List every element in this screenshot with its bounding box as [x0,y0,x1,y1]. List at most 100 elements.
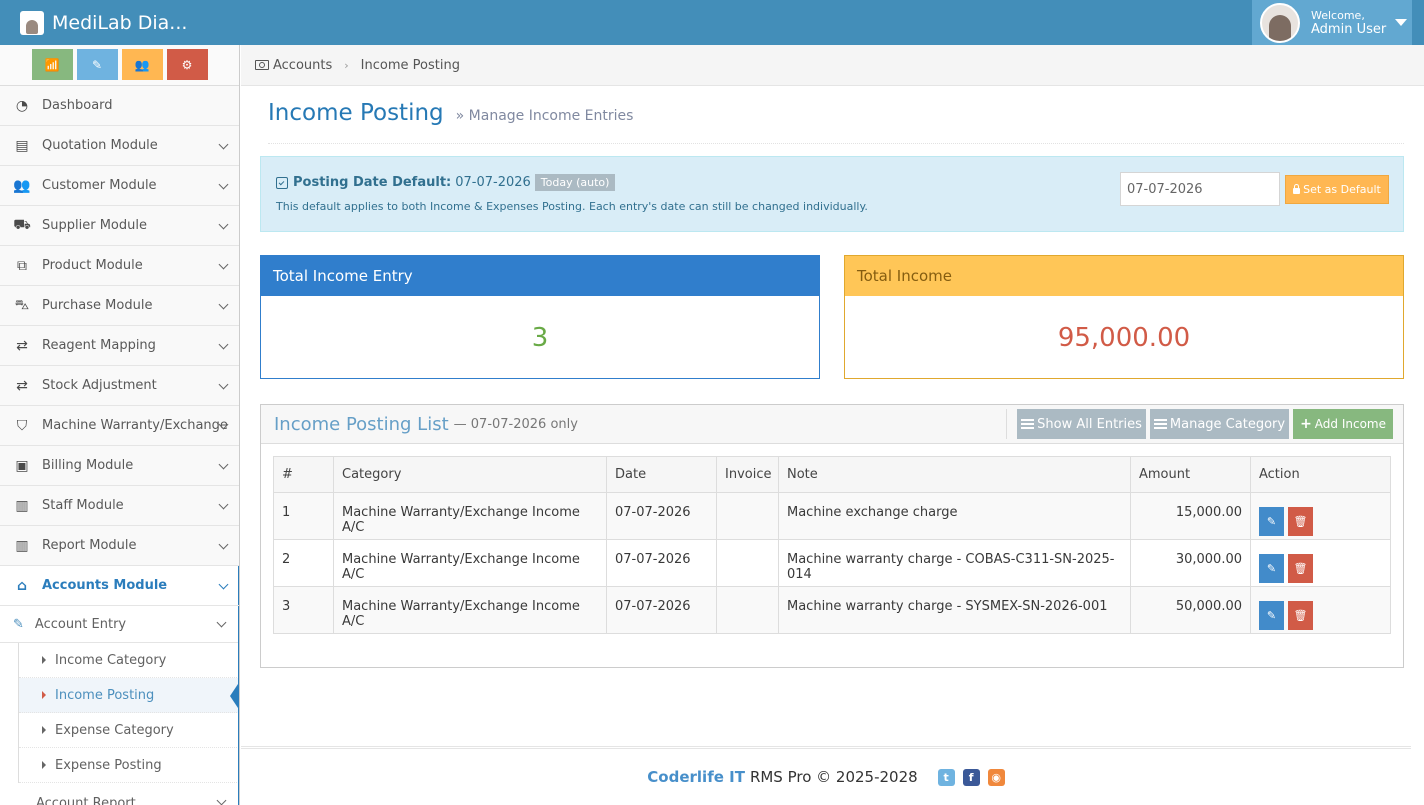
sidebar-item-income-category[interactable]: Income Category [19,643,239,678]
posting-date-label: Posting Date Default: [293,175,452,190]
edit-button[interactable]: ✎ [1259,601,1284,630]
sidebar-item-label: Account Entry [34,616,127,632]
signal-icon: 📶 [44,57,60,72]
total-income-value: 95,000.00 [1057,322,1191,353]
footer-brand: Coderlife IT [647,768,745,786]
sidebar-item-supplier[interactable]: ⛟ Supplier Module [0,206,239,246]
add-income-label: Add Income [1314,417,1386,431]
sidebar-item-stock-adjustment[interactable]: ⇄ Stock Adjustment [0,366,239,406]
total-income-entry-title: Total Income Entry [261,256,819,296]
sidebar-item-staff[interactable]: ▥ Staff Module [0,486,239,526]
cell-amount: 30,000.00 [1130,539,1251,587]
brand[interactable]: MediLab Dia... [20,0,187,45]
cell-invoice [716,539,779,587]
cogs-icon: ⚙ [181,57,193,72]
facebook-icon[interactable]: f [962,768,980,786]
set-default-button[interactable]: Set as Default [1285,175,1389,204]
sidebar-item-income-posting[interactable]: Income Posting [19,678,239,713]
delete-button[interactable]: 🗑 [1288,554,1313,583]
list-title: Income Posting List [274,414,449,435]
welcome-text: Welcome, [1311,8,1365,22]
tachometer-icon: ◔ [15,97,29,114]
sidebar-item-product[interactable]: ⧉ Product Module [0,246,239,286]
bank-icon: ⌂ [16,577,28,594]
edit-button[interactable]: ✎ [1259,554,1284,583]
cell-invoice [716,586,779,634]
breadcrumb-accounts-link[interactable]: Accounts [273,58,332,73]
sidebar-item-dashboard[interactable]: ◔ Dashboard [0,86,239,126]
cell-number: 1 [273,492,334,540]
cell-number: 2 [273,539,334,587]
sidebar-item-accounts[interactable]: ⌂ Accounts Module [0,566,239,606]
sidebar-item-label: Dashboard [42,98,113,113]
column-header: Note [778,456,1131,493]
sidebar-item-account-report[interactable]: Account Report [0,783,239,805]
page-title: Income Posting [268,100,444,126]
cell-date: 07-07-2026 [606,539,717,587]
sidebar-item-label: Income Posting [55,687,155,703]
default-date-input[interactable]: 07-07-2026 [1120,172,1280,206]
pencil-icon: ✎ [1266,609,1277,622]
sidebar-item-label: Expense Category [55,722,174,738]
chevron-down-icon [218,539,229,550]
caret-down-icon [1395,19,1407,26]
shopping-cart-icon: ⛍ [14,296,30,313]
edit-button[interactable]: ✎ [1259,507,1284,536]
sidebar-item-expense-posting[interactable]: Expense Posting [19,748,239,783]
sidebar-item-billing[interactable]: ▣ Billing Module [0,446,239,486]
list-toolbar: Show All Entries Manage Category + Add I… [1006,409,1393,439]
chevron-down-icon [216,795,227,805]
calendar-check-icon [276,176,288,189]
shortcut-pencil-button[interactable]: ✎ [76,49,118,80]
page-header: Income Posting » Manage Income Entries [268,100,1404,144]
truck-icon: ⛟ [13,216,31,233]
user-menu[interactable]: Welcome, Admin User [1252,0,1412,45]
shortcut-cogs-button[interactable]: ⚙ [166,49,208,80]
file-icon: ▤ [15,137,29,154]
column-header: Amount [1130,456,1251,493]
cell-action: ✎ 🗑 [1250,586,1391,634]
social-links: t f ◉ [937,768,1005,786]
cell-amount: 15,000.00 [1130,492,1251,540]
sidebar-item-purchase[interactable]: ⛍ Purchase Module [0,286,239,326]
sidebar-item-label: Staff Module [42,498,124,513]
sidebar-item-quotation[interactable]: ▤ Quotation Module [0,126,239,166]
brand-logo-icon [20,10,44,35]
shortcut-signal-button[interactable]: 📶 [31,49,73,80]
income-table: # Category Date Invoice Note Amount Acti… [273,456,1391,634]
exchange-icon: ⇄ [16,337,28,354]
twitter-icon[interactable]: t [937,768,955,786]
show-all-entries-button[interactable]: Show All Entries [1017,409,1146,439]
sidebar-item-report[interactable]: ▥ Report Module [0,526,239,566]
sidebar-item-reagent-mapping[interactable]: ⇄ Reagent Mapping [0,326,239,366]
list-icon [1021,419,1035,429]
column-header: Action [1250,456,1391,493]
total-income-card: Total Income 95,000.00 [844,255,1404,379]
sidebar-item-label: Income Category [55,652,167,668]
sidebar-item-account-entry[interactable]: ✎ Account Entry [0,606,239,643]
money-icon: ▣ [15,457,29,474]
sidebar-item-machine-warranty[interactable]: ⛉ Machine Warranty/Exchange [0,406,239,446]
income-posting-list: Income Posting List — 07-07-2026 only Sh… [260,404,1404,668]
add-income-button[interactable]: + Add Income [1293,409,1393,439]
delete-button[interactable]: 🗑 [1288,601,1313,630]
total-income-title: Total Income [845,256,1403,296]
shortcut-users-button[interactable]: 👥 [121,49,163,80]
rss-icon[interactable]: ◉ [987,768,1005,786]
sidebar-item-expense-category[interactable]: Expense Category [19,713,239,748]
users-icon: 👥 [134,57,150,72]
edit-icon: ✎ [13,616,24,632]
table-header-row: # Category Date Invoice Note Amount Acti… [273,456,1391,493]
chevron-down-icon [218,179,229,190]
sidebar-item-customer[interactable]: 👥 Customer Module [0,166,239,206]
sidebar-item-label: Accounts Module [42,578,168,593]
accounts-submenu: ✎ Account Entry Income Category Income P… [0,606,239,805]
cell-date: 07-07-2026 [606,492,717,540]
chevron-down-icon [218,339,229,350]
posting-date-alert: Posting Date Default: 07-07-2026 Today (… [260,156,1404,232]
today-badge: Today (auto) [534,174,616,191]
delete-button[interactable]: 🗑 [1288,507,1313,536]
manage-category-button[interactable]: Manage Category [1149,409,1290,439]
exchange-icon: ⇄ [16,377,28,394]
shield-icon: ⛉ [16,417,28,434]
